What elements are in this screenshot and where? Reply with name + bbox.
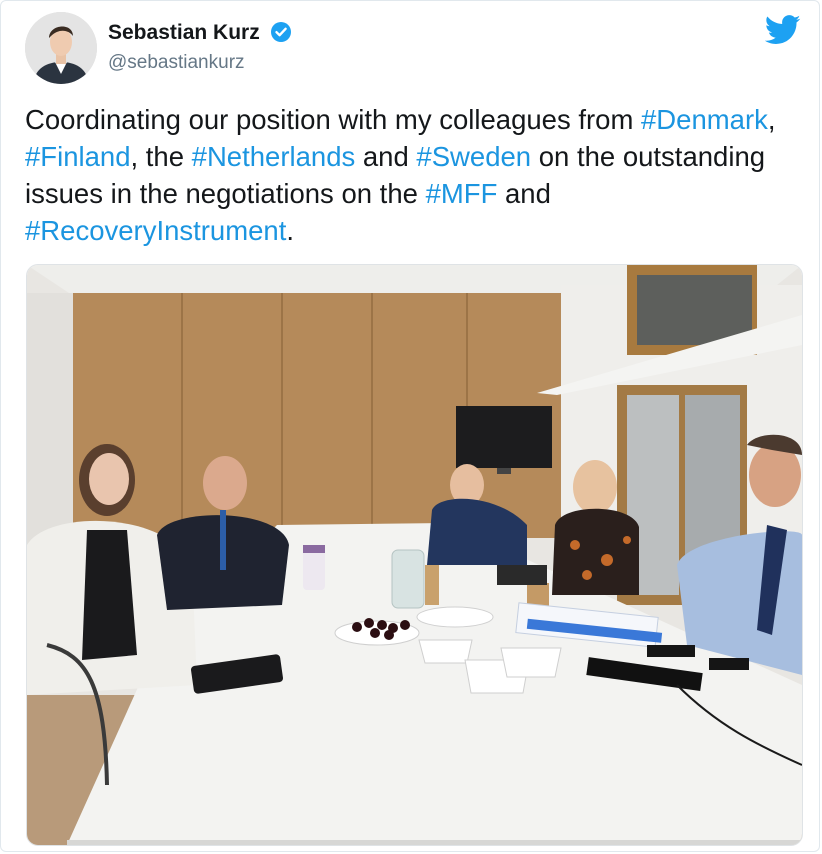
hashtag-link[interactable]: #Sweden bbox=[416, 141, 531, 172]
hashtag-link[interactable]: #MFF bbox=[426, 178, 498, 209]
twitter-bird-icon[interactable] bbox=[765, 15, 801, 45]
author-name[interactable]: Sebastian Kurz bbox=[108, 21, 260, 45]
verified-badge-icon bbox=[271, 22, 291, 42]
tweet-text-segment: and bbox=[355, 141, 417, 172]
tweet-text-segment: . bbox=[286, 215, 294, 246]
hashtag-link[interactable]: #Finland bbox=[25, 141, 131, 172]
hashtag-link[interactable]: #Denmark bbox=[641, 104, 768, 135]
tweet-photo[interactable] bbox=[26, 264, 803, 846]
hashtag-link[interactable]: #RecoveryInstrument bbox=[25, 215, 286, 246]
tweet-text-segment: and bbox=[497, 178, 551, 209]
tweet-card: Sebastian Kurz @sebastiankurz Coordinati… bbox=[0, 0, 820, 852]
author-avatar[interactable] bbox=[25, 12, 97, 84]
tweet-text-segment: Coordinating our position with my collea… bbox=[25, 104, 641, 135]
author-handle[interactable]: @sebastiankurz bbox=[108, 52, 245, 74]
hashtag-link[interactable]: #Netherlands bbox=[192, 141, 356, 172]
tweet-text-segment: , the bbox=[130, 141, 192, 172]
tweet-text: Coordinating our position with my collea… bbox=[25, 101, 805, 249]
tweet-text-segment: , bbox=[767, 104, 776, 135]
